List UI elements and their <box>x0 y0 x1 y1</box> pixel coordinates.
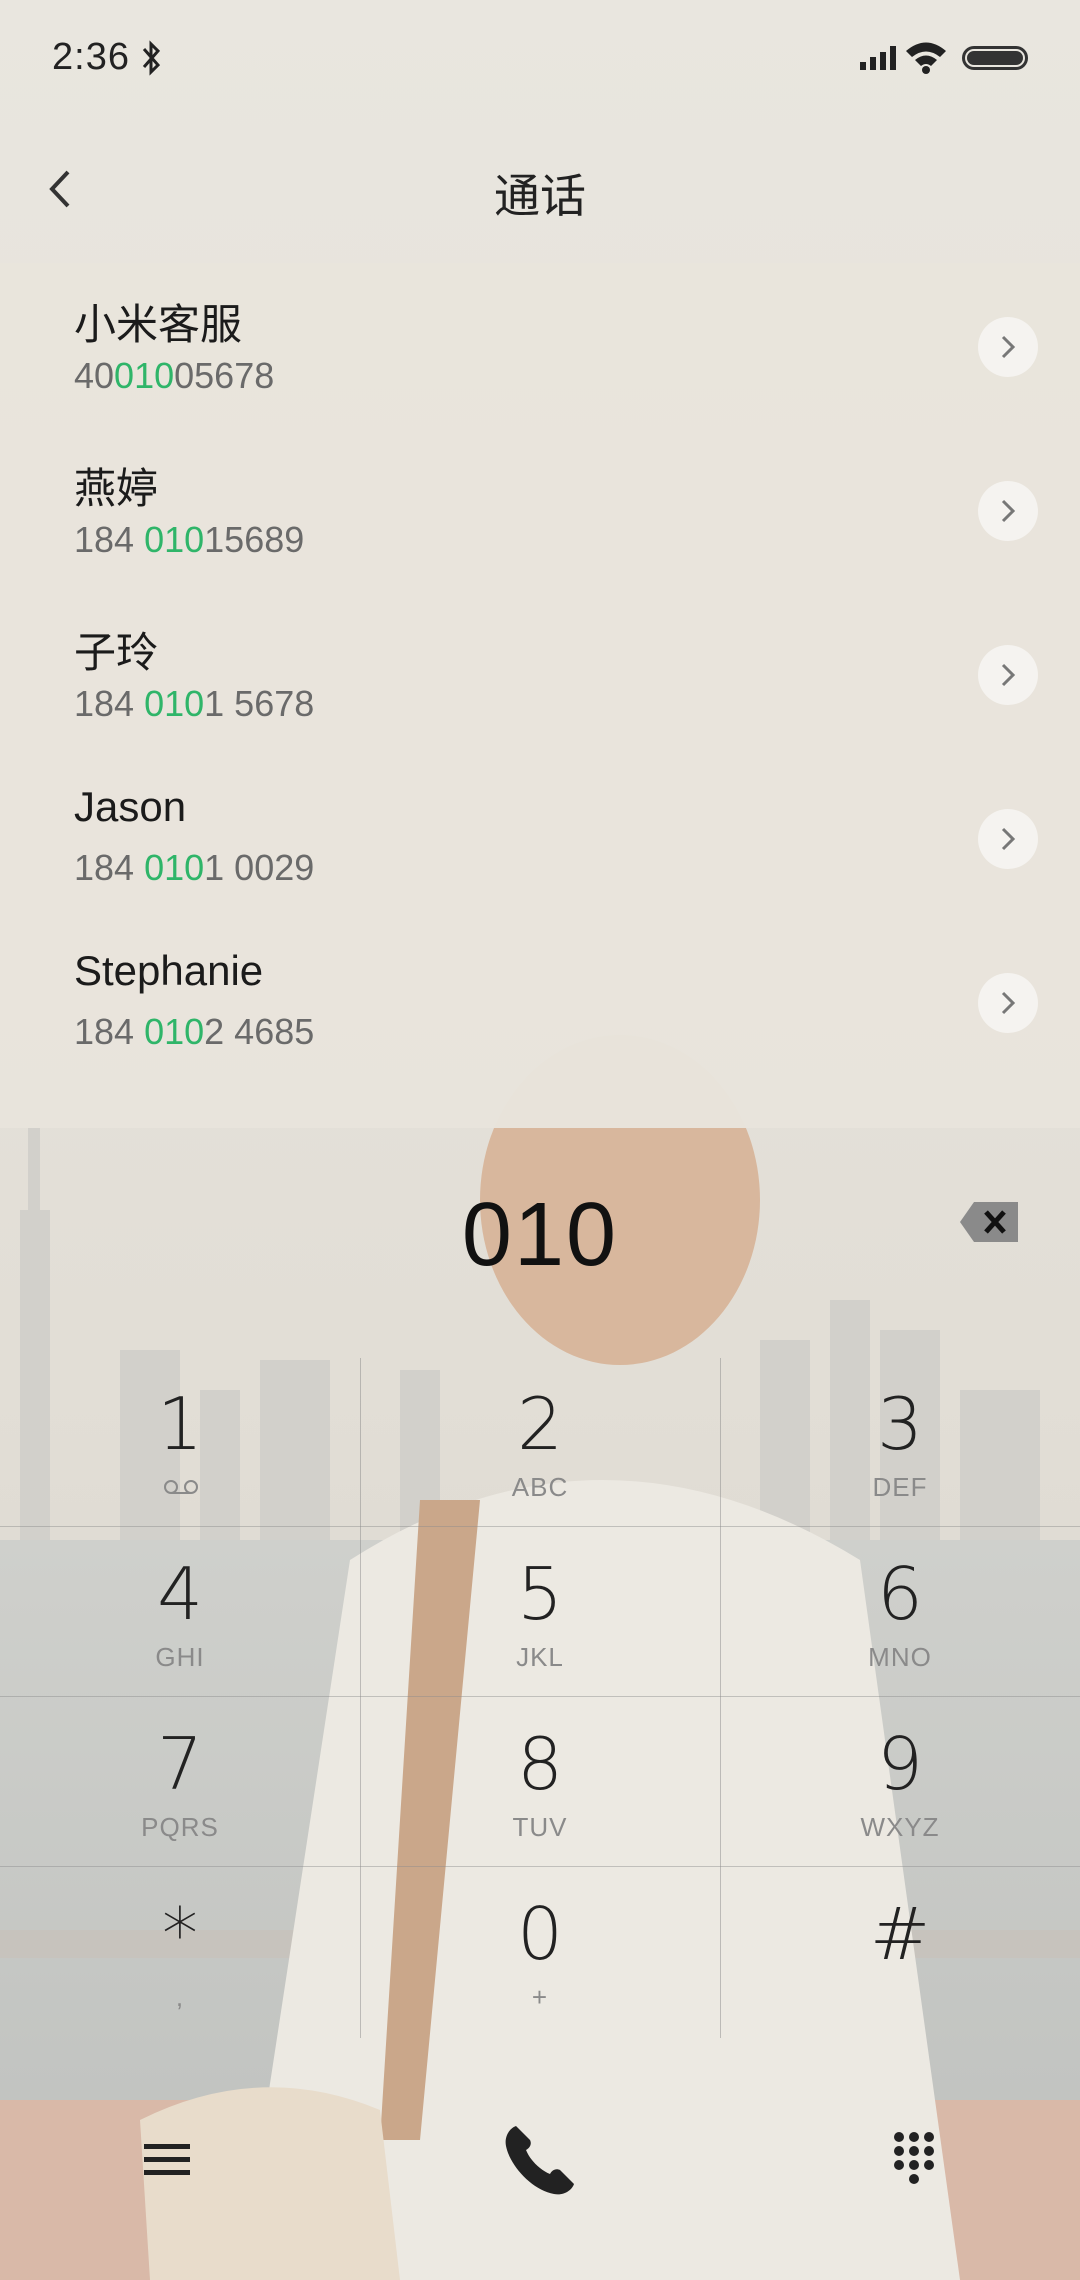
contact-search-results: 小米客服 4001005678 燕婷 184 01015689 子玲 184 0… <box>0 263 1080 1128</box>
key-2[interactable]: 2 ABC <box>360 1358 720 1528</box>
dial-display: 010 <box>0 1128 1080 1360</box>
key-digit: 4 <box>157 1552 203 1636</box>
contact-number: 4001005678 <box>74 355 275 396</box>
key-8[interactable]: 8 TUV <box>360 1698 720 1868</box>
key-letters: MNO <box>868 1642 932 1672</box>
contact-number: 184 0101 5678 <box>74 683 315 724</box>
bottom-bar <box>0 2090 1080 2280</box>
page-title: 通话 <box>494 170 586 222</box>
key-digit: 8 <box>517 1722 563 1806</box>
contact-detail-button[interactable] <box>978 645 1038 705</box>
key-digit: 5 <box>517 1552 563 1636</box>
contact-name: 燕婷 <box>74 465 159 512</box>
key-letters: WXYZ <box>860 1812 940 1842</box>
contact-name: Jason <box>74 783 187 830</box>
key-digit: 0 <box>517 1892 563 1976</box>
key-9[interactable]: 9 WXYZ <box>720 1698 1080 1868</box>
key-3[interactable]: 3 DEF <box>720 1358 1080 1528</box>
key-digit: 9 <box>877 1722 923 1806</box>
contact-name: 子玲 <box>74 629 159 676</box>
key-5[interactable]: 5 JKL <box>360 1528 720 1698</box>
key-6[interactable]: 6 MNO <box>720 1528 1080 1698</box>
key-letters: GHI <box>155 1642 205 1672</box>
key-digit: # <box>869 1892 931 1976</box>
key-digit: 1 <box>157 1382 203 1466</box>
key-7[interactable]: 7 PQRS <box>0 1698 360 1868</box>
voicemail-icon <box>164 1480 198 1494</box>
key-letters: PQRS <box>141 1812 219 1842</box>
phone-call-icon[interactable] <box>500 2120 580 2200</box>
contact-row[interactable]: Stephanie 184 0102 4685 <box>0 919 1080 1083</box>
contact-number: 184 01015689 <box>74 519 305 560</box>
contact-number: 184 0102 4685 <box>74 1011 315 1052</box>
contact-detail-button[interactable] <box>978 481 1038 541</box>
key-letters: ABC <box>511 1472 569 1502</box>
key-letters: DEF <box>872 1472 928 1502</box>
bluetooth-icon <box>142 40 161 76</box>
key-0[interactable]: 0 + <box>360 1868 720 2038</box>
battery-icon <box>962 46 1028 70</box>
key-star[interactable]: * , <box>0 1868 360 2038</box>
menu-icon[interactable] <box>144 2140 190 2180</box>
chevron-right-icon <box>1001 663 1016 687</box>
key-digit: 6 <box>877 1552 923 1636</box>
chevron-right-icon <box>1001 827 1016 851</box>
contact-name: 小米客服 <box>74 301 243 348</box>
chevron-right-icon <box>1001 335 1016 359</box>
key-letters: TUV <box>512 1812 568 1842</box>
dialpad-icon[interactable] <box>892 2130 936 2186</box>
key-digit: * <box>162 1892 198 1976</box>
key-digit: 3 <box>877 1382 923 1466</box>
contact-row[interactable]: 小米客服 4001005678 <box>0 263 1080 427</box>
contact-detail-button[interactable] <box>978 317 1038 377</box>
dial-keypad: 1 2 ABC 3 DEF 4 GHI 5 JKL 6 MNO 7 PQRS 8… <box>0 1358 1080 2038</box>
dialed-number: 010 <box>461 1185 619 1285</box>
key-4[interactable]: 4 GHI <box>0 1528 360 1698</box>
contact-detail-button[interactable] <box>978 809 1038 869</box>
contact-name: Stephanie <box>74 947 264 994</box>
wifi-icon <box>906 42 946 74</box>
header: 通话 <box>0 120 1080 260</box>
chevron-right-icon <box>1001 499 1016 523</box>
status-time: 2:36 <box>52 36 130 78</box>
contact-detail-button[interactable] <box>978 973 1038 1033</box>
key-hash[interactable]: # <box>720 1868 1080 2038</box>
status-bar: 2:36 <box>0 0 1080 120</box>
signal-icon <box>860 46 896 70</box>
key-digit: 2 <box>517 1382 563 1466</box>
backspace-icon[interactable] <box>958 1200 1020 1244</box>
chevron-right-icon <box>1001 991 1016 1015</box>
key-letters: + <box>531 1982 549 2012</box>
key-1[interactable]: 1 <box>0 1358 360 1528</box>
contact-row[interactable]: 子玲 184 0101 5678 <box>0 591 1080 755</box>
contact-row[interactable]: Jason 184 0101 0029 <box>0 755 1080 919</box>
contact-row[interactable]: 燕婷 184 01015689 <box>0 427 1080 591</box>
contact-number: 184 0101 0029 <box>74 847 315 888</box>
key-letters: , <box>175 1982 185 2012</box>
key-letters: JKL <box>516 1642 564 1672</box>
key-digit: 7 <box>157 1722 203 1806</box>
